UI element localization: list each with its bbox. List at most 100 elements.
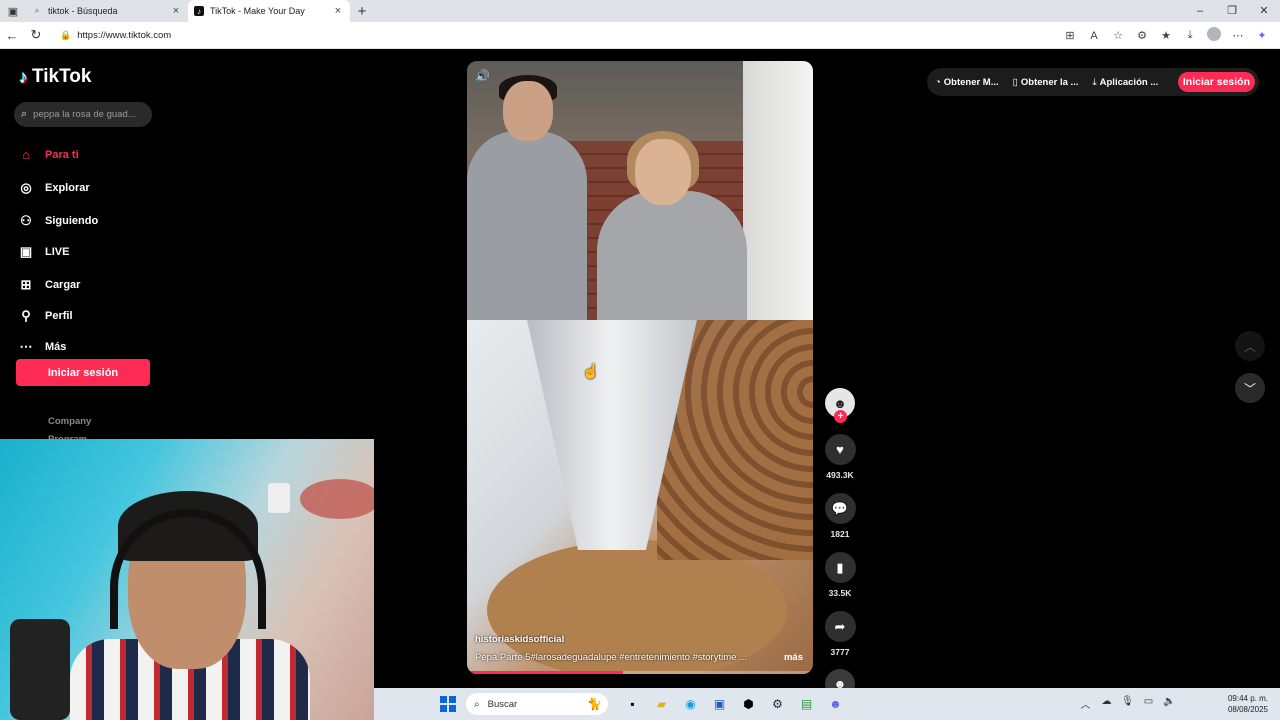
browser-toolbar: ⊞ A ☆ ⚙ ★ ⤓ ⋯ ✦ xyxy=(1058,25,1274,46)
video-progress-fill xyxy=(467,671,623,674)
sidebar-item-label: LIVE xyxy=(45,245,70,258)
search-icon: ⌕ xyxy=(21,108,28,120)
task-view-icon[interactable]: ▪ xyxy=(618,694,647,714)
logo-text: TikTok xyxy=(32,66,92,87)
video-caption: Pepa Parte 5#larosadeguadalupe #entreten… xyxy=(475,652,747,663)
file-explorer-icon[interactable]: ▰ xyxy=(647,694,676,714)
profile-avatar-icon[interactable] xyxy=(1202,27,1226,44)
taskbar-clock[interactable]: 09:44 p. m. 08/08/2025 xyxy=(1228,693,1268,715)
read-aloud-icon[interactable]: A xyxy=(1082,30,1106,42)
tab-tiktok-search[interactable]: ⌕ tiktok - Búsqueda × xyxy=(26,0,188,22)
favorites-icon[interactable]: ★ xyxy=(1154,29,1178,42)
sidebar-item-label: Para ti xyxy=(45,148,79,161)
get-app-button[interactable]: ▯ Obtener la ... xyxy=(1013,77,1079,88)
video-player[interactable]: 🔊 ··· historiaskidsofficial Pepa Parte 5… xyxy=(467,61,813,674)
tray-chevron-up-icon[interactable]: ︿ xyxy=(1075,696,1096,711)
follow-plus-icon[interactable]: + xyxy=(834,410,847,423)
menu-dots-icon[interactable]: ⋯ xyxy=(1226,29,1250,42)
steam-icon[interactable]: ⚙ xyxy=(763,694,792,714)
footer-link-company[interactable]: Company xyxy=(48,413,91,431)
new-tab-button[interactable]: + xyxy=(350,3,374,20)
clock-time: 09:44 p. m. xyxy=(1227,694,1268,703)
sidebar-item-siguiendo[interactable]: ⚇ Siguiendo xyxy=(17,205,167,236)
sidebar-item-label: Siguiendo xyxy=(45,214,99,227)
downloads-icon[interactable]: ⤓ xyxy=(1178,29,1202,42)
search-input[interactable]: ⌕ peppa la rosa de guad... xyxy=(14,102,152,127)
video-more-icon[interactable]: ··· xyxy=(786,65,803,81)
microsoft-store-icon[interactable]: ▣ xyxy=(705,694,734,714)
tiktok-logo[interactable]: ♪ TikTok xyxy=(19,66,91,88)
display-icon[interactable]: ▭ xyxy=(1138,696,1159,711)
close-tab-icon[interactable]: × xyxy=(170,5,182,17)
network-icon[interactable]: ☁ xyxy=(1096,696,1117,711)
taskbar-apps: ▪ ▰ ◉ ▣ ⬢ ⚙ ▤ ☻ xyxy=(618,694,850,714)
comment-icon[interactable]: 💬 xyxy=(824,493,856,524)
search-placeholder: peppa la rosa de guad... xyxy=(33,109,136,120)
extensions-icon[interactable]: ⚙ xyxy=(1130,29,1154,42)
home-icon: ⌂ xyxy=(22,147,30,162)
sidebar-item-explorar[interactable]: ◎ Explorar xyxy=(17,172,167,203)
tiktok-note-icon: ♪ xyxy=(19,66,28,87)
top-login-button[interactable]: Iniciar sesión xyxy=(1177,72,1255,92)
chevron-down-icon: ﹀ xyxy=(1243,381,1256,396)
chevron-up-icon: ︿ xyxy=(1243,339,1256,354)
search-favicon-icon: ⌕ xyxy=(34,6,40,15)
share-count: 3777 xyxy=(830,647,850,657)
video-progress-bar[interactable] xyxy=(467,671,813,674)
scene-head-boy xyxy=(503,81,553,141)
edge-browser-icon[interactable]: ◉ xyxy=(676,694,705,714)
desktop-app-label: Aplicación ... xyxy=(1099,76,1159,88)
site-info-icon[interactable]: 🔒 xyxy=(60,30,71,41)
terminal-app-icon[interactable]: ▤ xyxy=(792,694,821,714)
login-button[interactable]: Iniciar sesión xyxy=(16,359,150,386)
bookmark-icon[interactable]: ▮ xyxy=(824,552,856,583)
share-icon[interactable]: ➦ xyxy=(824,611,856,642)
microphone-icon[interactable]: 🎙 xyxy=(1117,696,1138,711)
sidebar-item-label: Más xyxy=(45,340,67,353)
refresh-icon[interactable]: ↻ xyxy=(24,27,48,43)
following-icon: ⚇ xyxy=(20,212,32,228)
sidebar-item-para-ti[interactable]: ⌂ Para ti xyxy=(17,139,167,170)
mural-lips xyxy=(300,479,374,519)
scene-wall xyxy=(743,61,813,320)
taskbar-search-input[interactable]: ⌕ Buscar 🐈 xyxy=(466,693,608,715)
app-available-icon[interactable]: ⊞ xyxy=(1058,29,1082,42)
search-highlight-icon: 🐈 xyxy=(587,697,602,711)
previous-video-button[interactable]: ︿ xyxy=(1235,331,1265,361)
close-tab-icon[interactable]: × xyxy=(332,5,344,17)
sidebar-item-mas[interactable]: ⋯ Más xyxy=(17,331,167,362)
copilot-icon[interactable]: ✦ xyxy=(1250,29,1274,42)
windows-taskbar: ⌕ Buscar 🐈 ▪ ▰ ◉ ▣ ⬢ ⚙ ▤ ☻ ︿ ☁ 🎙 ▭ 🔈 09:… xyxy=(374,688,1280,720)
address-bar[interactable]: 🔒 https://www.tiktok.com xyxy=(54,26,1084,45)
download-icon: ⤓ xyxy=(1092,76,1097,88)
sidebar-item-cargar[interactable]: ⊞ Cargar xyxy=(17,269,167,300)
volume-icon[interactable]: 🔊 xyxy=(475,69,490,83)
back-icon[interactable]: ← xyxy=(0,28,24,43)
system-tray: ︿ ☁ 🎙 ▭ 🔈 xyxy=(1075,696,1180,711)
volume-tray-icon[interactable]: 🔈 xyxy=(1159,696,1180,711)
next-video-button[interactable]: ﹀ xyxy=(1235,373,1265,403)
sidebar-item-live[interactable]: ▣ LIVE xyxy=(17,236,167,267)
windows-start-icon[interactable] xyxy=(440,696,456,712)
caption-more-button[interactable]: más xyxy=(784,652,803,663)
favorite-star-icon[interactable]: ☆ xyxy=(1106,29,1130,42)
clock-date: 08/08/2025 xyxy=(1227,705,1268,714)
minimize-icon[interactable]: – xyxy=(1184,0,1216,22)
tab-tiktok[interactable]: ♪ TikTok - Make Your Day × xyxy=(188,0,350,22)
get-app-label: Obtener la ... xyxy=(1020,76,1079,88)
desktop-app-button[interactable]: ⤓ Aplicación ... xyxy=(1092,77,1158,88)
get-coins-button[interactable]: ◔ Obtener M... xyxy=(935,77,999,88)
close-window-icon[interactable]: ✕ xyxy=(1248,0,1280,22)
search-icon: ⌕ xyxy=(474,698,480,710)
restore-icon[interactable]: ❐ xyxy=(1216,0,1248,22)
discord-icon[interactable]: ☻ xyxy=(821,694,850,714)
sidebar-item-perfil[interactable]: ⚲ Perfil xyxy=(17,300,167,331)
video-author[interactable]: historiaskidsofficial xyxy=(475,634,564,645)
compass-icon: ◎ xyxy=(20,179,32,195)
tab-actions-icon[interactable]: ▣ xyxy=(0,0,26,22)
sidebar-item-label: Explorar xyxy=(45,181,90,194)
creator-avatar[interactable]: ☻ + xyxy=(825,388,855,423)
heart-icon[interactable]: ♥ xyxy=(824,434,856,465)
app-cube-icon[interactable]: ⬢ xyxy=(734,694,763,714)
save-action: ▮ 33.5K xyxy=(823,552,857,598)
